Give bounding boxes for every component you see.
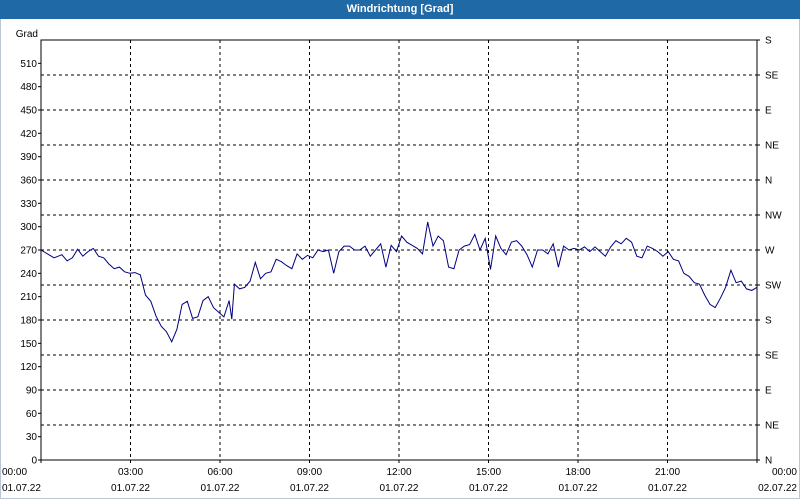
x-tick-time: 12:00 bbox=[386, 467, 411, 478]
y-axis-label: Grad bbox=[16, 29, 38, 40]
line-chart: 0 30 60 90 120 150 180 210 240 270 300 330 360 390 420… bbox=[2, 29, 797, 494]
y-tick-label: 270 bbox=[20, 246, 37, 257]
x-tick-time: 18:00 bbox=[565, 467, 590, 478]
right-axis-label: NE bbox=[765, 141, 779, 152]
grid bbox=[41, 40, 757, 460]
x-tick-time: 06:00 bbox=[207, 467, 232, 478]
right-axis-label: NE bbox=[765, 421, 779, 432]
y-tick-label: 240 bbox=[20, 269, 37, 280]
right-axis-label: SE bbox=[765, 71, 779, 82]
y-tick-label: 300 bbox=[20, 222, 37, 233]
y-tick-label: 60 bbox=[26, 409, 38, 420]
right-axis-label: SW bbox=[765, 281, 782, 292]
y-tick-label: 480 bbox=[20, 82, 37, 93]
labels: 0 30 60 90 120 150 180 210 240 270 300 330 360 390 420… bbox=[2, 29, 797, 494]
y-tick-label: 30 bbox=[26, 432, 38, 443]
x-tick-time: 00:00 bbox=[772, 467, 797, 478]
y-tick-label: 90 bbox=[26, 386, 38, 397]
right-axis-label: S bbox=[765, 316, 772, 327]
y-tick-label: 420 bbox=[20, 129, 37, 140]
y-tick-label: 150 bbox=[20, 339, 37, 350]
y-tick-label: 180 bbox=[20, 316, 37, 327]
y-tick-label: 210 bbox=[20, 292, 37, 303]
right-axis-label: E bbox=[765, 386, 772, 397]
x-tick-time: 09:00 bbox=[297, 467, 322, 478]
x-tick-time: 00:00 bbox=[2, 467, 27, 478]
right-axis-label: E bbox=[765, 106, 772, 117]
x-tick-time: 03:00 bbox=[118, 467, 143, 478]
x-tick-date: 01.07.22 bbox=[469, 483, 508, 494]
x-tick-date: 01.07.22 bbox=[648, 483, 687, 494]
x-tick-date: 01.07.22 bbox=[2, 483, 41, 494]
x-tick-date: 01.07.22 bbox=[290, 483, 329, 494]
y-tick-label: 390 bbox=[20, 152, 37, 163]
chart-title: Windrichtung [Grad] bbox=[0, 0, 800, 19]
right-axis-label: SE bbox=[765, 351, 779, 362]
x-tick-time: 15:00 bbox=[476, 467, 501, 478]
right-axis-label: N bbox=[765, 176, 772, 187]
right-axis-label: N bbox=[765, 456, 772, 467]
y-tick-label: 450 bbox=[20, 106, 37, 117]
right-axis-label: NW bbox=[765, 211, 782, 222]
y-tick-label: 0 bbox=[31, 456, 37, 467]
x-tick-date: 01.07.22 bbox=[111, 483, 150, 494]
x-tick-time: 21:00 bbox=[655, 467, 680, 478]
x-tick-date: 01.07.22 bbox=[201, 483, 240, 494]
x-tick-date: 01.07.22 bbox=[559, 483, 598, 494]
y-tick-label: 330 bbox=[20, 199, 37, 210]
chart-frame: 0 30 60 90 120 150 180 210 240 270 300 330 360 390 420… bbox=[0, 19, 800, 499]
x-tick-date: 01.07.22 bbox=[380, 483, 419, 494]
y-tick-label: 510 bbox=[20, 59, 37, 70]
y-tick-label: 360 bbox=[20, 176, 37, 187]
y-tick-label: 120 bbox=[20, 362, 37, 373]
right-axis-label: W bbox=[765, 246, 775, 257]
x-tick-date: 02.07.22 bbox=[758, 483, 797, 494]
right-axis-label: S bbox=[765, 36, 772, 47]
